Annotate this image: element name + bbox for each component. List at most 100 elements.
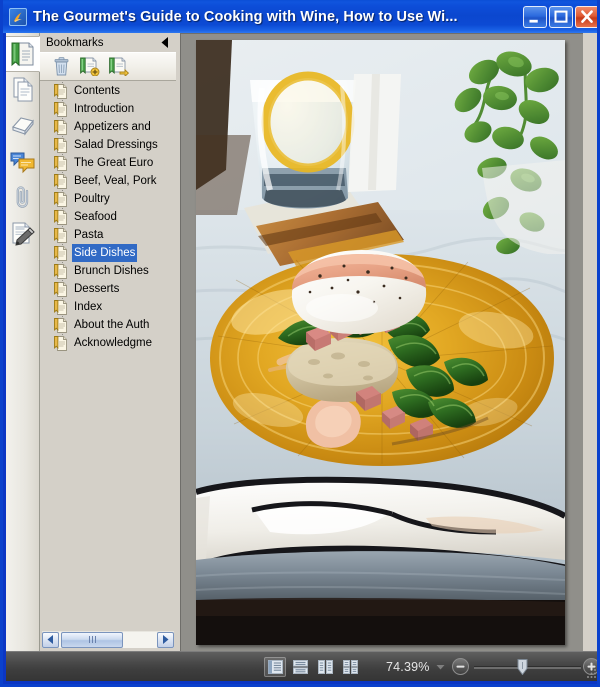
maximize-button[interactable] (549, 5, 573, 28)
bookmark-icon (54, 245, 67, 261)
bookmarks-toolbar (40, 52, 176, 81)
bookmark-icon (54, 335, 67, 351)
bookmark-item-label: Side Dishes (72, 244, 138, 262)
continuous-facing-view-button[interactable] (339, 657, 361, 677)
continuous-view-button[interactable] (289, 657, 311, 677)
zoom-out-button[interactable] (452, 658, 470, 675)
new-bookmark-button[interactable] (77, 55, 103, 79)
bookmark-icon (54, 299, 67, 315)
window-resize-grip[interactable] (584, 666, 597, 680)
bookmark-icon (54, 317, 67, 333)
bookmark-item[interactable]: Introduction (40, 100, 176, 118)
bookmark-item[interactable]: Beef, Veal, Pork (40, 172, 176, 190)
app-logo-glyph (14, 12, 22, 22)
hscroll-track[interactable] (59, 631, 157, 648)
bookmark-icon (54, 155, 67, 171)
bookmarks-panel-title: Bookmarks (46, 36, 104, 49)
bookmark-item[interactable]: Brunch Dishes (40, 262, 176, 280)
close-icon (581, 9, 593, 23)
zoom-level-label: 74.39% (386, 659, 430, 674)
bookmark-item[interactable]: Seafood (40, 208, 176, 226)
close-button[interactable] (575, 5, 597, 28)
scroll-right-arrow[interactable] (157, 631, 174, 648)
bookmarks-pane-icon (11, 42, 33, 67)
bookmark-item-label: Acknowledgme (74, 337, 152, 349)
view-mode-group (264, 656, 364, 677)
comments-pane-icon (10, 152, 34, 174)
bookmark-item-label: Contents (74, 85, 121, 97)
resize-grip-icon (587, 669, 596, 678)
document-viewport[interactable] (180, 33, 583, 651)
sidebar-item-signatures[interactable] (6, 216, 39, 252)
bookmark-item-label: Beef, Veal, Pork (74, 175, 157, 187)
expand-bookmark-icon (109, 57, 129, 76)
trash-icon (54, 57, 68, 76)
hscroll-thumb[interactable] (61, 631, 123, 648)
sidebar-item-layers[interactable] (6, 108, 39, 144)
bookmarks-horizontal-scrollbar[interactable] (42, 631, 174, 648)
main-body: Bookmarks Contents Introduction Appetize… (6, 33, 597, 651)
bookmark-icon (54, 137, 67, 153)
bookmark-item-label: Desserts (74, 283, 120, 295)
bookmark-item-label: Appetizers and (74, 121, 151, 133)
chevron-down-icon[interactable] (435, 660, 447, 674)
sidebar-item-bookmarks[interactable] (6, 36, 40, 72)
bookmark-item[interactable]: About the Auth (40, 316, 176, 334)
eggs-benedict-photo (196, 40, 565, 645)
bookmark-item[interactable]: Acknowledgme (40, 334, 176, 352)
navigation-pane-rail (6, 33, 40, 651)
bookmark-item[interactable]: The Great Euro (40, 154, 176, 172)
bookmark-item[interactable]: Appetizers and (40, 118, 176, 136)
sidebar-item-attachments[interactable] (6, 180, 39, 216)
layers-pane-icon (11, 117, 34, 136)
bookmark-item-label: Poultry (74, 193, 110, 205)
left-arrow-glyph (47, 635, 53, 644)
bookmark-icon (54, 83, 67, 99)
single-page-icon (267, 659, 283, 674)
bookmark-icon (54, 173, 67, 189)
bookmarks-list[interactable]: Contents Introduction Appetizers and Salad … (40, 82, 176, 628)
zoom-slider-thumb[interactable] (517, 659, 528, 676)
bookmark-icon (54, 101, 67, 117)
bookmark-item-label: Introduction (74, 103, 135, 115)
bookmarks-panel-header: Bookmarks (40, 33, 176, 52)
right-arrow-glyph (163, 635, 169, 644)
signatures-pane-icon (12, 222, 35, 246)
expand-bookmark-button[interactable] (106, 55, 132, 79)
title-bar[interactable]: The Gourmet's Guide to Cooking with Wine… (3, 0, 597, 33)
collapse-glyph (161, 37, 168, 48)
minimize-button[interactable] (523, 5, 547, 28)
window-title: The Gourmet's Guide to Cooking with Wine… (33, 8, 458, 25)
bookmark-item[interactable]: Salad Dressings (40, 136, 176, 154)
bookmark-icon (54, 281, 67, 297)
bookmark-item[interactable]: Poultry (40, 190, 176, 208)
bookmark-item-label: Salad Dressings (74, 139, 158, 151)
sidebar-item-pages[interactable] (6, 72, 39, 108)
bookmark-item[interactable]: Desserts (40, 280, 176, 298)
chevron-left-icon[interactable] (158, 36, 172, 50)
delete-bookmark-button[interactable] (48, 55, 74, 79)
single-page-view-button[interactable] (264, 656, 286, 677)
bookmark-icon (54, 209, 67, 225)
bookmark-item[interactable]: Side Dishes (40, 244, 176, 262)
new-bookmark-icon (80, 57, 100, 76)
scroll-left-arrow[interactable] (42, 631, 59, 648)
bookmark-item[interactable]: Pasta (40, 226, 176, 244)
bookmark-item[interactable]: Contents (40, 82, 176, 100)
page-photograph (196, 40, 565, 645)
bookmark-icon (54, 119, 67, 135)
bookmark-item[interactable]: Index (40, 298, 176, 316)
continuous-page-icon (292, 659, 308, 674)
bookmark-item-label: About the Auth (74, 319, 150, 331)
sidebar-item-comments[interactable] (6, 144, 39, 180)
minimize-icon (529, 19, 538, 23)
maximize-icon (554, 10, 568, 23)
facing-view-button[interactable] (314, 657, 336, 677)
bookmark-icon (54, 227, 67, 243)
bookmark-icon (54, 263, 67, 279)
zoom-slider[interactable] (474, 658, 582, 676)
bookmark-item-label: Brunch Dishes (74, 265, 149, 277)
bookmark-item-label: Pasta (74, 229, 104, 241)
bookmarks-panel: Bookmarks Contents Introduction Appetize… (40, 33, 176, 651)
minus-icon (456, 665, 465, 668)
